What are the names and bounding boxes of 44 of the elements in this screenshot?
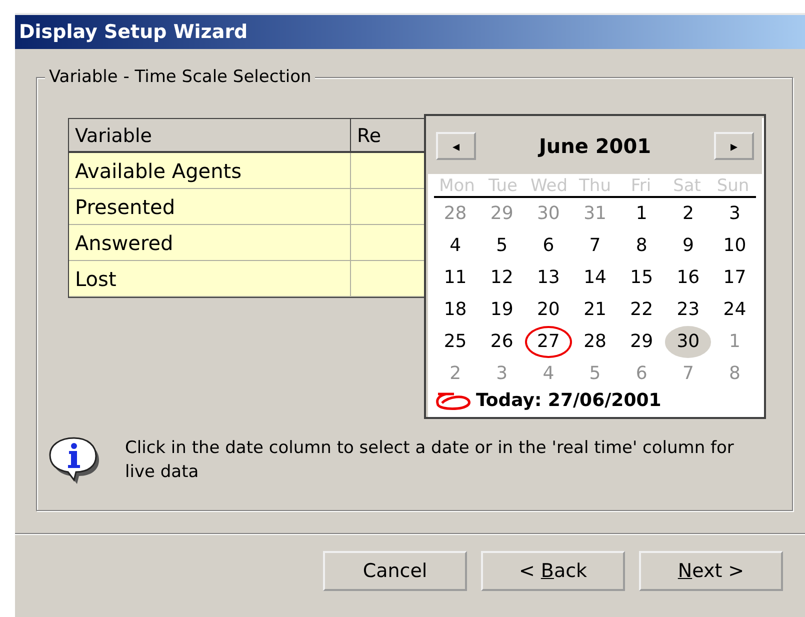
calendar-day[interactable]: 20 (525, 294, 572, 326)
table-cell[interactable]: Lost (69, 261, 351, 297)
calendar-day[interactable]: 28 (572, 326, 618, 358)
calendar-day[interactable]: 24 (711, 294, 758, 326)
calendar-day[interactable]: 8 (618, 230, 665, 262)
month-title: June 2001 (538, 134, 652, 158)
table-cell[interactable]: Answered (69, 225, 351, 261)
calendar-day[interactable]: 14 (572, 262, 618, 294)
info-text: Click in the date column to select a date or in the 'real time' column for live data (125, 437, 735, 484)
calendar-day[interactable]: 22 (618, 294, 665, 326)
calendar-day[interactable]: 26 (478, 326, 526, 358)
dialog-button[interactable]: Cancel (323, 551, 467, 591)
calendar-day[interactable]: 15 (618, 262, 665, 294)
calendar-day[interactable]: 6 (525, 230, 572, 262)
calendar-day[interactable]: 30 (664, 326, 712, 358)
calendar-day[interactable]: 7 (572, 230, 618, 262)
previous-month-button[interactable]: ◂ (436, 132, 476, 160)
calendar-day[interactable]: 19 (478, 294, 526, 326)
calendar-day[interactable]: 11 (432, 262, 479, 294)
next-month-button[interactable]: ▸ (714, 132, 754, 160)
calendar-day[interactable]: 18 (432, 294, 479, 326)
calendar-day[interactable]: 25 (432, 326, 479, 358)
calendar-day[interactable]: 1 (618, 198, 665, 230)
calendar-day[interactable]: 4 (432, 230, 479, 262)
table-cell[interactable]: Presented (69, 189, 351, 225)
calendar-day[interactable]: 3 (711, 198, 758, 230)
calendar-day[interactable]: 29 (618, 326, 665, 358)
calendar-day[interactable]: 2 (664, 198, 712, 230)
column-header[interactable]: Variable (69, 119, 351, 153)
window-title: Display Setup Wizard (19, 21, 248, 43)
calendar-day[interactable]: 10 (711, 230, 758, 262)
calendar-day[interactable]: 17 (711, 262, 758, 294)
calendar-day[interactable]: 23 (664, 294, 712, 326)
calendar-day[interactable]: 27 (525, 326, 572, 358)
table-cell[interactable]: Available Agents (69, 153, 351, 189)
calendar-day[interactable]: 5 (478, 230, 526, 262)
calendar-day[interactable]: 21 (572, 294, 618, 326)
today-link[interactable]: Today: 27/06/2001 (476, 390, 662, 411)
calendar-day[interactable]: 16 (664, 262, 712, 294)
calendar-day[interactable]: 12 (478, 262, 526, 294)
dialog-button[interactable]: Next > (639, 551, 783, 591)
calendar-day[interactable]: 9 (664, 230, 712, 262)
dialog-button[interactable]: < Back (481, 551, 625, 591)
calendar-day[interactable]: 13 (525, 262, 572, 294)
